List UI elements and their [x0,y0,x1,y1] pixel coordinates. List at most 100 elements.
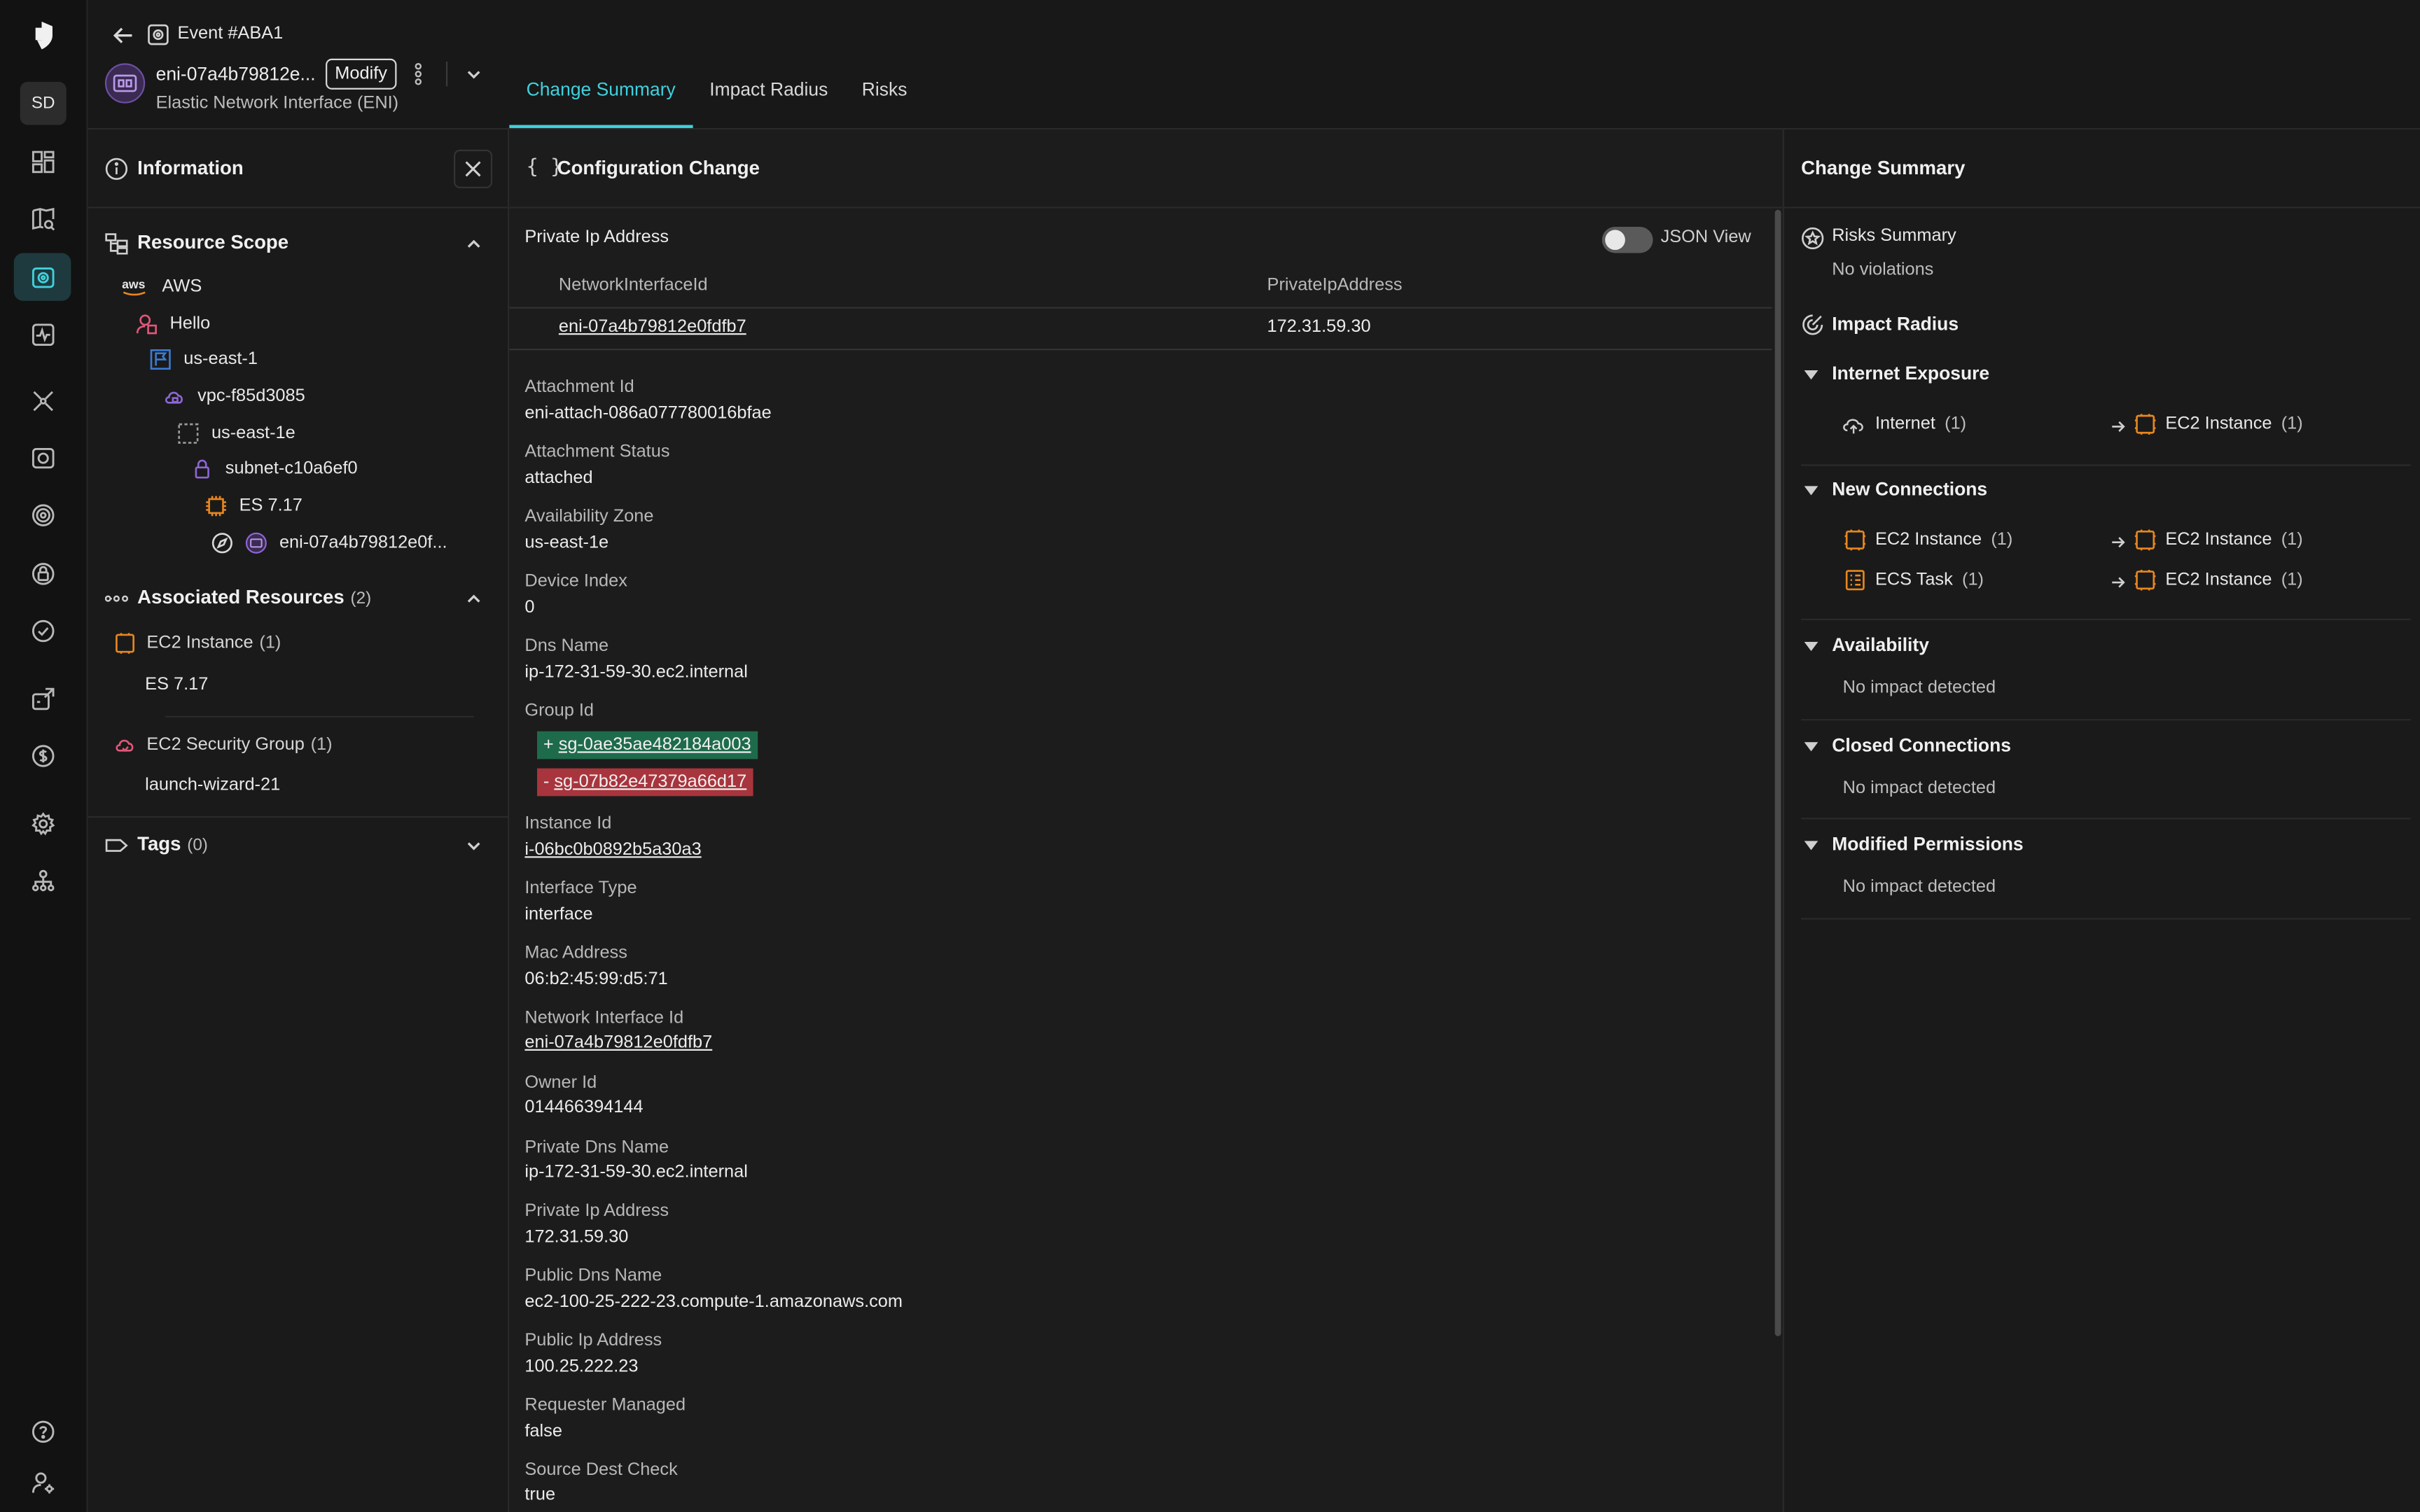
chevron-up-icon[interactable] [464,234,482,253]
event-icon [148,24,169,46]
associated-resources-header[interactable]: Associated Resources (2) [88,582,510,615]
field-value: 014466394144 [524,1098,644,1117]
target-icon[interactable] [14,491,71,538]
caret-down-icon[interactable] [1804,370,1819,380]
associated-count: (2) [350,589,372,608]
field-label: Interface Type [524,879,637,898]
caret-down-icon[interactable] [1804,641,1819,652]
field-value: attached [524,469,593,488]
associated-resources-title: Associated Resources (2) [137,587,371,608]
settings-gear-icon[interactable] [14,799,71,847]
caret-down-icon[interactable] [1804,742,1819,752]
caret-down-icon[interactable] [1804,486,1819,496]
chevron-down-icon[interactable] [464,836,482,855]
hierarchy-icon [105,233,128,255]
tree-item-ec2[interactable]: ES 7.17 [205,492,302,520]
user-avatar[interactable]: SD [20,81,67,125]
divider [1801,918,2411,920]
tree-item-vpc[interactable]: vpc-f85d3085 [164,383,305,411]
field-label: Mac Address [524,944,627,963]
source-label: Internet [1875,414,1935,434]
resource-scope-header[interactable]: Resource Scope [88,227,510,260]
tags-header[interactable]: Tags (0) [88,829,510,862]
information-header: Information [88,130,508,209]
org-structure-icon[interactable] [14,856,71,904]
tree-item-label: ES 7.17 [239,496,302,516]
tree-item-aws[interactable]: aws AWS [122,273,202,301]
connection-target[interactable]: EC2 Instance (1) [2134,529,2303,551]
tree-item-label: subnet-c10a6ef0 [225,459,358,479]
back-arrow-icon[interactable] [113,24,134,46]
activity-icon[interactable] [14,310,71,358]
network-interface-id-link[interactable]: eni-07a4b79812e0fdfb7 [524,1034,712,1052]
field-value: 100.25.222.23 [524,1357,639,1377]
dashboard-icon[interactable] [14,137,71,185]
tab-impact-radius[interactable]: Impact Radius [693,62,845,128]
divider [88,816,510,818]
field-value: ec2-100-25-222-23.compute-1.amazonaws.co… [524,1293,903,1312]
associated-group-security-group[interactable]: EC2 Security Group (1) [114,734,333,756]
source-count: (1) [1991,531,2013,550]
table-cell-link[interactable]: eni-07a4b79812e0fdfb7 [559,318,746,336]
instance-id-link[interactable]: i-06bc0b0892b5a30a3 [524,841,701,859]
connection-source[interactable]: EC2 Instance (1) [1844,529,2012,551]
scrollbar-thumb[interactable] [1774,209,1781,1336]
connection-source[interactable]: ECS Task (1) [1844,569,1984,591]
source-count: (1) [1962,570,1984,589]
connection-target[interactable]: EC2 Instance (1) [2134,414,2303,435]
tree-item-availability-zone[interactable]: us-east-1e [177,420,295,448]
tab-risks[interactable]: Risks [845,62,924,128]
removed-group-badge[interactable]: - sg-07b82e47379a66d17 [537,768,753,797]
events-icon[interactable] [13,253,71,301]
user-settings-icon[interactable] [14,1458,71,1506]
resources-icon[interactable] [14,433,71,481]
close-icon [465,161,481,177]
change-summary-header: Change Summary [1783,130,2420,209]
group-label: EC2 Security Group [146,736,305,755]
security-lock-icon[interactable] [14,550,71,597]
tree-item-eni[interactable]: eni-07a4b79812e0f... [211,529,447,557]
table-header: NetworkInterfaceId [558,276,708,295]
tree-item-label: eni-07a4b79812e0f... [279,533,447,553]
connection-target[interactable]: EC2 Instance (1) [2134,569,2303,591]
close-panel-button[interactable] [454,149,493,188]
tree-item-account[interactable]: Hello [136,310,210,338]
chevron-up-icon[interactable] [464,589,482,608]
tree-item-subnet[interactable]: subnet-c10a6ef0 [191,455,358,483]
caret-down-icon[interactable] [1804,841,1819,850]
ec2-chip-icon [206,496,226,517]
field-value: true [524,1485,556,1504]
section-title: Internet Exposure [1832,362,1990,384]
compass-icon [211,533,232,554]
removed-group-id[interactable]: sg-07b82e47379a66d17 [554,773,746,791]
field-value: eni-attach-086a077780016bfae [524,404,772,423]
compliance-check-icon[interactable] [14,606,71,654]
target-count: (1) [2281,414,2303,434]
ec2-chip-icon [2134,414,2156,435]
added-group-id[interactable]: sg-0ae35ae482184a003 [559,736,751,754]
field-label: Public Dns Name [524,1266,662,1285]
event-title: Event #ABA1 [177,24,284,43]
ecs-task-icon [1845,570,1865,591]
modify-button[interactable]: Modify [326,58,397,90]
added-group-badge[interactable]: + sg-0ae35ae482184a003 [537,731,758,760]
inventory-search-icon[interactable] [14,195,71,242]
table-header: PrivateIpAddress [1267,276,1403,295]
tab-change-summary[interactable]: Change Summary [509,62,693,128]
cost-icon[interactable] [14,732,71,779]
help-icon[interactable] [14,1407,71,1455]
associated-group-ec2[interactable]: EC2 Instance (1) [114,633,281,654]
connection-source[interactable]: Internet (1) [1841,414,1966,435]
group-count: (1) [259,634,281,653]
chevron-down-icon[interactable] [464,65,482,83]
tree-item-region[interactable]: us-east-1 [150,346,258,374]
associated-item[interactable]: ES 7.17 [145,676,208,694]
json-view-toggle[interactable] [1601,227,1653,253]
associated-item[interactable]: launch-wizard-21 [145,776,280,794]
information-title: Information [137,157,244,179]
integrations-icon[interactable] [14,674,71,722]
account-icon [136,314,157,335]
connections-icon[interactable] [14,377,71,424]
more-options-icon[interactable] [410,62,426,86]
app-logo-icon[interactable] [28,20,56,51]
